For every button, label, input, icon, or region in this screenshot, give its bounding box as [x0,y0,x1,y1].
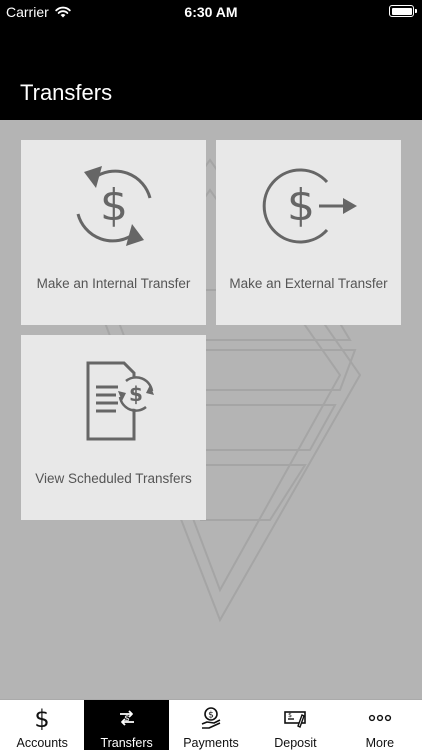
tab-bar: $ Accounts $ Transfers $ Payments $ Depo… [0,699,422,750]
payments-hand-icon: $ [201,707,221,729]
more-dots-icon [368,714,391,722]
external-transfer-label: Make an External Transfer [229,276,388,291]
svg-text:$: $ [124,714,130,724]
check-deposit-icon: $ [284,711,307,728]
status-bar: Carrier 6:30 AM [0,0,422,24]
svg-text:$: $ [208,711,214,721]
svg-text:$: $ [289,712,293,719]
transfer-arrows-icon: $ [119,710,134,726]
page-title: Transfers [20,80,113,105]
tab-accounts-label: Accounts [16,736,68,750]
internal-transfer-icon: $ [76,166,151,246]
internal-transfer-label: Make an Internal Transfer [36,276,191,291]
transfers-content: $ Make an Internal Transfer $ Make an Ex… [0,120,422,699]
dollar-icon: $ [35,706,50,730]
svg-text:$: $ [35,706,50,730]
external-transfer-tile[interactable]: $ Make an External Transfer [216,140,401,325]
tab-deposit[interactable]: $ Deposit [253,700,337,750]
scheduled-transfers-icon: $ [86,361,154,441]
tab-accounts[interactable]: $ Accounts [0,700,84,750]
battery-icon [389,5,417,17]
tab-payments[interactable]: $ Payments [169,700,253,750]
internal-transfer-tile[interactable]: $ Make an Internal Transfer [21,140,206,325]
tab-payments-label: Payments [183,736,239,750]
nav-header: Transfers [0,24,422,120]
tab-deposit-label: Deposit [274,736,317,750]
svg-text:$: $ [100,180,128,231]
tab-more-label: More [365,736,395,750]
external-transfer-icon: $ [262,168,357,244]
svg-text:$: $ [287,180,315,231]
scheduled-transfers-tile[interactable]: $ View Scheduled Transfers [21,335,206,520]
scheduled-transfers-label: View Scheduled Transfers [35,471,192,486]
status-time: 6:30 AM [184,4,238,20]
tab-transfers[interactable]: $ Transfers [84,700,169,750]
tab-more[interactable]: More [338,700,422,750]
svg-text:$: $ [129,382,143,406]
tab-transfers-label: Transfers [100,736,153,750]
